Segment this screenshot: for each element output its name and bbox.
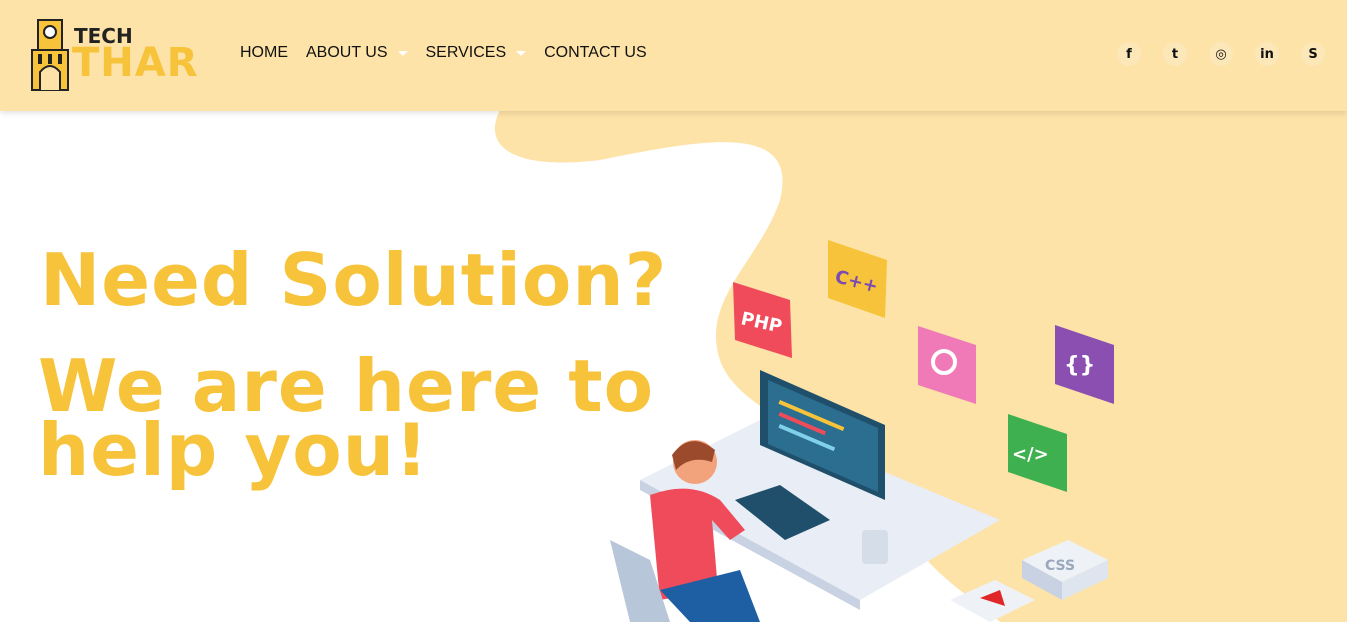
skype-icon[interactable]: S: [1301, 42, 1325, 66]
nav-home[interactable]: HOME: [240, 44, 288, 62]
coffee-mug: [862, 530, 888, 564]
social-links: f t ◎ in S: [1117, 42, 1325, 66]
tower-icon: [31, 19, 69, 91]
svg-text:{}: {}: [1064, 353, 1095, 378]
hero-headline: Need Solution?: [40, 238, 668, 322]
nav-about-label: ABOUT US: [306, 44, 388, 61]
facebook-icon[interactable]: f: [1117, 42, 1141, 66]
logo[interactable]: TECH THAR: [28, 18, 208, 92]
svg-text:</>: </>: [1012, 444, 1049, 465]
logo-text-bottom: THAR: [72, 40, 199, 86]
nav-contact-label: CONTACT US: [544, 44, 647, 61]
main-nav: HOME ABOUT US SERVICES CONTACT US: [240, 44, 665, 62]
twitter-icon[interactable]: t: [1163, 42, 1187, 66]
instagram-icon[interactable]: ◎: [1209, 42, 1233, 66]
nav-about-us[interactable]: ABOUT US: [306, 44, 408, 62]
nav-home-label: HOME: [240, 44, 288, 61]
hero-subheadline: We are here to help you!: [38, 344, 655, 492]
chevron-down-icon: [397, 50, 408, 56]
site-header: TECH THAR HOME ABOUT US SERVICES CONTACT…: [0, 0, 1347, 111]
nav-services-label: SERVICES: [425, 44, 507, 61]
linkedin-icon[interactable]: in: [1255, 42, 1279, 66]
nav-services[interactable]: SERVICES: [426, 44, 527, 62]
svg-text:CSS: CSS: [1045, 558, 1075, 574]
chevron-down-icon: [516, 50, 527, 56]
nav-contact-us[interactable]: CONTACT US: [544, 44, 647, 62]
